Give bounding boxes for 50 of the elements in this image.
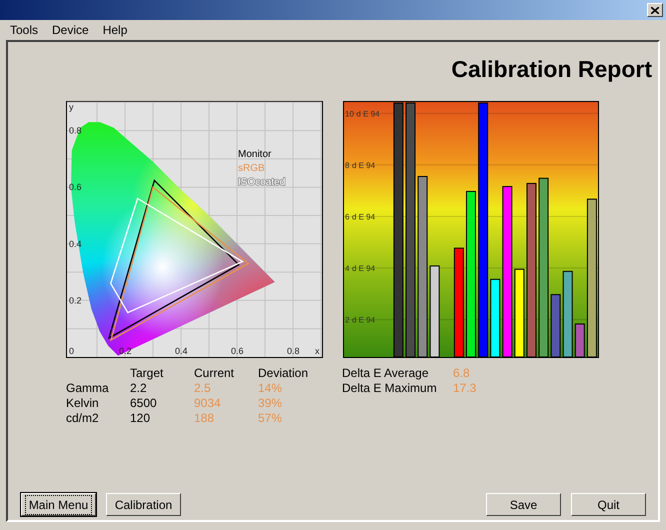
button[interactable]: Main Menu bbox=[21, 493, 96, 516]
tick-label: 0.8 bbox=[287, 346, 300, 356]
table-cell-text: 14% bbox=[258, 380, 284, 396]
table-cell-text: 6500 bbox=[130, 396, 158, 410]
table-cell-text: 57% bbox=[258, 410, 284, 426]
tick-label: 10 bbox=[345, 108, 354, 118]
summary-value: 17.3 bbox=[453, 380, 478, 396]
table-cell-text: 188 bbox=[194, 410, 216, 426]
legend-label: ISOcoated bbox=[238, 176, 286, 188]
tick-label: 4 bbox=[345, 264, 350, 273]
unit-label: d E 94 bbox=[352, 212, 376, 221]
table-cell-text: 9034 bbox=[194, 396, 222, 410]
close-button[interactable] bbox=[647, 3, 663, 17]
axis-label: x bbox=[315, 346, 320, 356]
table-cell-text: 120 bbox=[130, 410, 152, 426]
tick-label: 0 bbox=[69, 346, 74, 356]
table-cell-text: 2.5 bbox=[194, 380, 212, 396]
tick-label: 8 bbox=[345, 160, 350, 170]
tick-label: 0.4 bbox=[175, 346, 188, 356]
unit-label: d E 94 bbox=[352, 160, 376, 170]
row-label: cd/m2 bbox=[66, 410, 100, 426]
button[interactable]: Quit bbox=[571, 493, 646, 516]
unit-label: d E 94 bbox=[356, 108, 380, 118]
unit-label: d E 94 bbox=[352, 264, 376, 273]
tick-label: 0.2 bbox=[69, 294, 82, 305]
tick-label: 0.6 bbox=[231, 346, 244, 356]
table-cell-text: 39% bbox=[258, 396, 284, 410]
summary-value: 6.8 bbox=[453, 366, 471, 380]
table-cell-text: 2.2 bbox=[130, 380, 148, 396]
button[interactable]: Save bbox=[486, 493, 561, 516]
axis-label: y bbox=[69, 102, 74, 112]
unit-label: d E 94 bbox=[352, 315, 376, 324]
row-label: Kelvin bbox=[66, 396, 100, 410]
row-label: Gamma bbox=[66, 380, 110, 396]
report-title: Calibration Report bbox=[451, 55, 652, 84]
column-header: Current bbox=[194, 366, 236, 380]
menu-item[interactable]: Help bbox=[102, 21, 128, 39]
column-header: Deviation bbox=[258, 366, 310, 380]
menu-item[interactable]: Device bbox=[51, 21, 90, 39]
legend-label: sRGB bbox=[238, 162, 265, 174]
summary-label: Delta E Maximum bbox=[342, 380, 438, 396]
tick-label: 2 bbox=[345, 315, 350, 324]
column-header: Target bbox=[130, 366, 164, 380]
close-icon bbox=[651, 6, 659, 14]
legend-label: Monitor bbox=[238, 148, 272, 160]
button[interactable]: Calibration bbox=[106, 493, 181, 516]
summary-label: Delta E Average bbox=[342, 366, 430, 380]
tick-label: 0.2 bbox=[119, 346, 132, 356]
menu-item[interactable]: Tools bbox=[9, 21, 40, 39]
tick-label: 6 bbox=[345, 212, 350, 221]
